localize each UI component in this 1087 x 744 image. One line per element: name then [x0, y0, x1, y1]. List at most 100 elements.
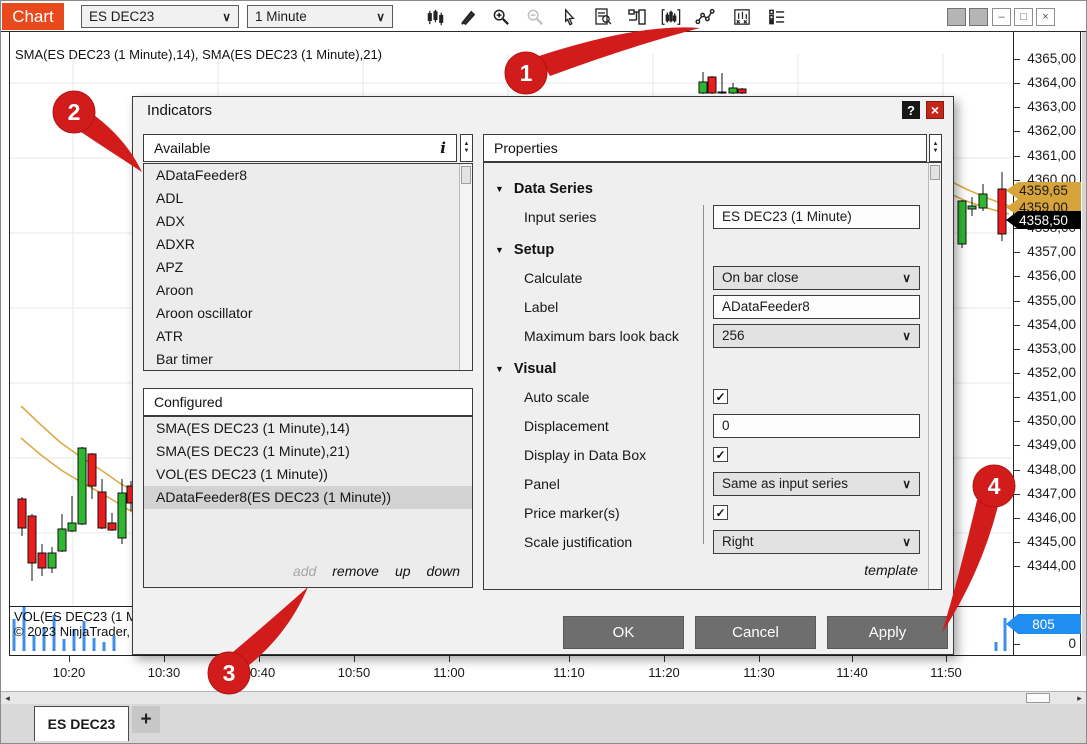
property-row: Panel Same as input series∨: [484, 469, 927, 498]
data-box-icon[interactable]: [593, 7, 613, 27]
collapse-arrow-icon[interactable]: ▼: [495, 245, 504, 255]
scroll-left-icon[interactable]: ◂: [1, 692, 14, 704]
scroll-right-icon[interactable]: ▸: [1073, 692, 1086, 704]
available-item[interactable]: APZ: [144, 256, 472, 279]
indicators-icon[interactable]: [661, 7, 681, 27]
text-field-displacement[interactable]: 0: [713, 414, 920, 438]
collapse-arrow-icon[interactable]: ▼: [495, 184, 504, 194]
info-icon[interactable]: i: [440, 139, 446, 157]
price-tick: [1014, 59, 1020, 60]
time-axis-label: 11:30: [743, 665, 775, 680]
close-icon[interactable]: ×: [1036, 8, 1055, 26]
collapse-arrow-icon[interactable]: ▼: [495, 364, 504, 374]
section-header[interactable]: ▼ Setup: [484, 237, 927, 263]
chart-trader-icon[interactable]: [627, 7, 647, 27]
ok-button[interactable]: OK: [563, 616, 684, 649]
section-title: Setup: [514, 242, 554, 258]
cursor-icon[interactable]: [559, 7, 579, 27]
section-header[interactable]: ▼Data Series: [484, 176, 927, 202]
time-axis[interactable]: 10:2010:3010:4010:5011:0011:1011:2011:30…: [1, 656, 1087, 691]
interval-dropdown[interactable]: 1 Minute ∨: [247, 5, 393, 28]
dialog-titlebar[interactable]: Indicators ? ×: [133, 97, 953, 125]
volume-zero-tick: [1014, 644, 1020, 645]
symbol-dropdown[interactable]: ES DEC23 ∨: [81, 5, 239, 28]
available-scrollbar[interactable]: [459, 164, 472, 370]
scrollbar-thumb[interactable]: [461, 166, 471, 184]
available-item[interactable]: ATR: [144, 325, 472, 348]
spinner-up-icon[interactable]: ▲: [933, 141, 939, 148]
section-title: Visual: [514, 361, 556, 377]
price-axis[interactable]: 4365,004364,004363,004362,004361,004360,…: [1013, 32, 1081, 656]
property-label: Calculate: [524, 270, 696, 286]
candle-body: [78, 448, 86, 524]
volume-marker: 805: [1006, 614, 1081, 634]
maximize-icon[interactable]: □: [1014, 8, 1033, 26]
checkbox-price-marker-s-[interactable]: ✓: [713, 505, 728, 520]
section-header[interactable]: ▼ Visual: [484, 356, 927, 382]
volume-indicator-label: VOL(ES DEC23 (1 Mi: [14, 609, 140, 624]
text-field-input-series[interactable]: ES DEC23 (1 Minute): [713, 205, 920, 229]
configured-item[interactable]: VOL(ES DEC23 (1 Minute)): [144, 463, 472, 486]
checkbox-display-in-data-box[interactable]: ✓: [713, 447, 728, 462]
price-axis-label: 4365,00: [1027, 51, 1076, 66]
available-item[interactable]: Bar timer: [144, 348, 472, 371]
price-tick: [1014, 566, 1020, 567]
available-item[interactable]: ADL: [144, 187, 472, 210]
scrollbar-thumb[interactable]: [930, 165, 940, 180]
spinner-down-icon[interactable]: ▼: [464, 148, 470, 155]
property-row: Maximum bars look back256∨: [484, 321, 927, 350]
close-icon[interactable]: ×: [926, 101, 944, 119]
price-axis-label: 4357,00: [1027, 244, 1076, 259]
remove-link[interactable]: remove: [332, 563, 379, 579]
property-label: Auto scale: [524, 389, 696, 405]
template-link[interactable]: template: [864, 562, 918, 578]
time-tick: [354, 656, 355, 662]
available-item[interactable]: ADX: [144, 210, 472, 233]
available-item[interactable]: Aroon: [144, 279, 472, 302]
candle-body: [998, 189, 1006, 234]
available-item[interactable]: ADXR: [144, 233, 472, 256]
property-label: Panel: [524, 476, 696, 492]
panel-button-1[interactable]: [947, 8, 966, 26]
price-marker-4359,65: 4359,65: [1006, 182, 1081, 199]
spinner-down-icon[interactable]: ▼: [933, 148, 939, 155]
configured-item[interactable]: ADataFeeder8(ES DEC23 (1 Minute)): [144, 486, 472, 509]
properties-icon[interactable]: [767, 7, 787, 27]
checkbox-auto-scale[interactable]: ✓: [713, 389, 728, 404]
text-field-label[interactable]: ADataFeeder8: [713, 295, 920, 319]
properties-spinner[interactable]: ▲ ▼: [929, 134, 942, 162]
select-maximum-bars-look-back[interactable]: 256∨: [713, 324, 920, 348]
available-spinner[interactable]: ▲ ▼: [460, 134, 473, 162]
select-panel[interactable]: Same as input series∨: [713, 472, 920, 496]
properties-scrollbar[interactable]: [928, 163, 941, 589]
configured-list[interactable]: SMA(ES DEC23 (1 Minute),14)SMA(ES DEC23 …: [143, 416, 473, 588]
down-link[interactable]: down: [427, 563, 460, 579]
up-link[interactable]: up: [395, 563, 411, 579]
help-icon[interactable]: ?: [902, 101, 920, 119]
spinner-up-icon[interactable]: ▲: [464, 141, 470, 148]
pencil-icon[interactable]: [457, 7, 477, 27]
chart-style-icon[interactable]: [425, 7, 445, 27]
panel-button-2[interactable]: [969, 8, 988, 26]
strategies-icon[interactable]: [695, 7, 715, 27]
property-label: Input series: [524, 209, 696, 225]
horizontal-scrollbar[interactable]: ◂ ▸: [1, 691, 1087, 704]
tab-es-dec23[interactable]: ES DEC23: [34, 706, 129, 741]
available-item[interactable]: ADataFeeder8: [144, 164, 472, 187]
minimize-icon[interactable]: –: [992, 8, 1011, 26]
configured-item[interactable]: SMA(ES DEC23 (1 Minute),14): [144, 417, 472, 440]
apply-button[interactable]: Apply: [827, 616, 948, 649]
select-scale-justification[interactable]: Right∨: [713, 530, 920, 554]
available-list[interactable]: ADataFeeder8ADLADXADXRAPZAroonAroon osci…: [143, 163, 473, 371]
select-calculate[interactable]: On bar close∨: [713, 266, 920, 290]
configured-item[interactable]: SMA(ES DEC23 (1 Minute),21): [144, 440, 472, 463]
price-axis-label: 4348,00: [1027, 462, 1076, 477]
available-item[interactable]: Aroon oscillator: [144, 302, 472, 325]
data-series-icon[interactable]: [732, 7, 752, 27]
zoom-in-icon[interactable]: [491, 7, 511, 27]
zoom-out-icon[interactable]: [525, 7, 545, 27]
scrollbar-thumb[interactable]: [1026, 693, 1050, 703]
available-header: Available i: [143, 134, 457, 162]
add-tab-button[interactable]: +: [132, 706, 160, 733]
cancel-button[interactable]: Cancel: [695, 616, 816, 649]
